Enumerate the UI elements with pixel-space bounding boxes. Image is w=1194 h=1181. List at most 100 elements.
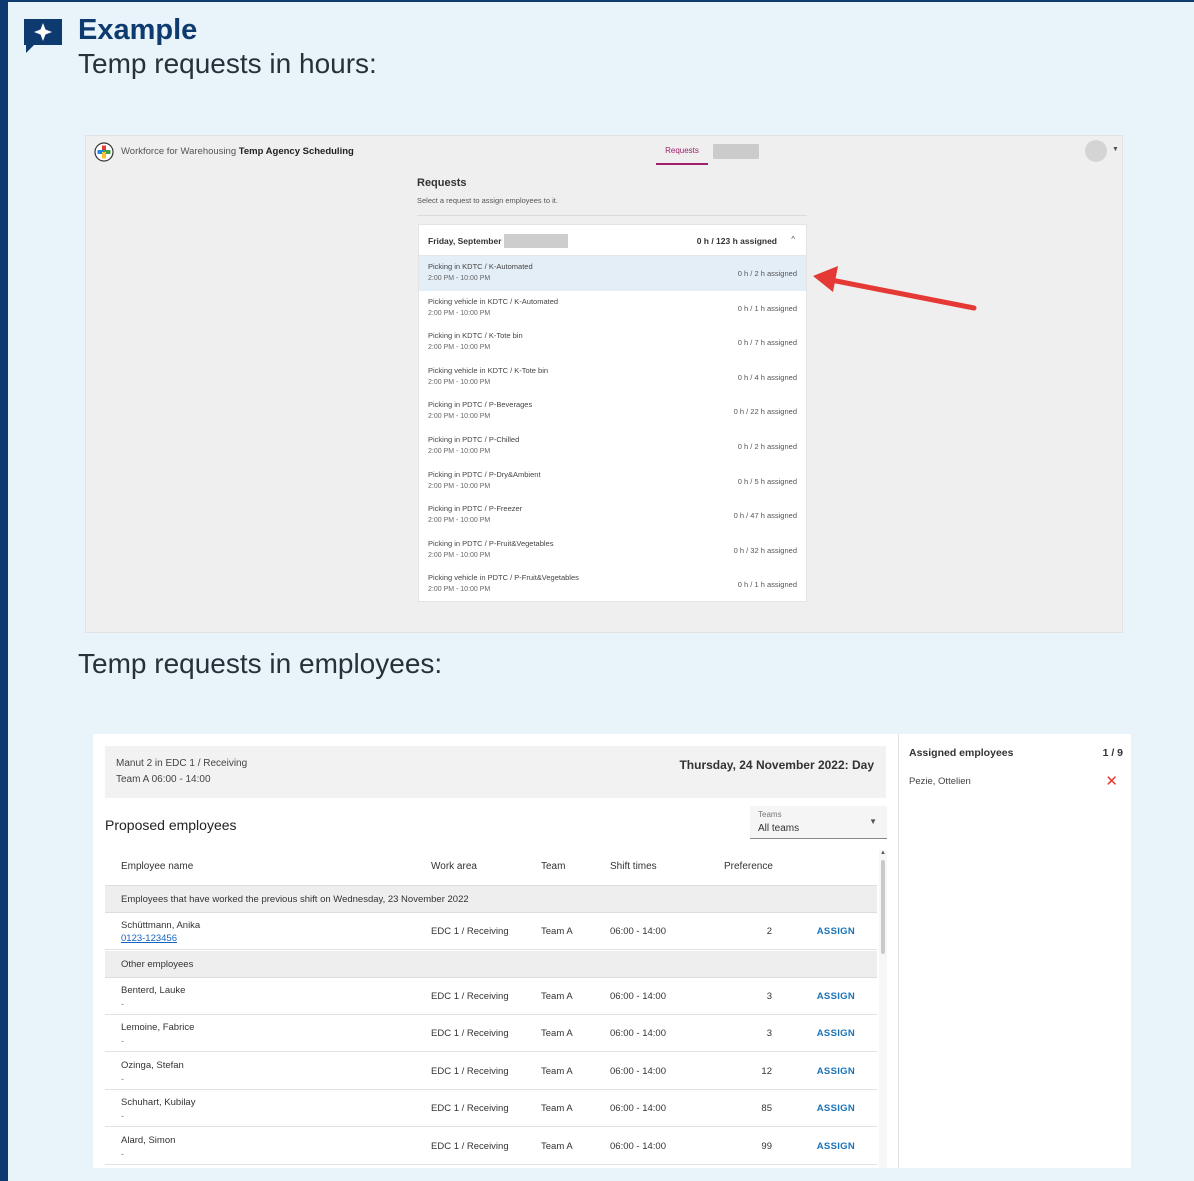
day-header[interactable]: Friday, September 0 h / 123 h assigned ^ <box>419 225 806 256</box>
employee-phone: - <box>121 1073 124 1084</box>
employee-name: Ozinga, Stefan <box>121 1059 184 1071</box>
request-name: Picking in PDTC / P-Freezer <box>428 504 523 514</box>
assign-button[interactable]: ASSIGN <box>817 991 855 1002</box>
request-row[interactable]: Picking vehicle in KDTC / K-Tote bin 2:00… <box>419 360 806 395</box>
scroll-up-icon[interactable]: ▲ <box>880 850 886 856</box>
request-time: 2:00 PM - 10:00 PM <box>428 378 491 386</box>
date-redacted <box>504 234 568 248</box>
request-team-shift: Team A 06:00 - 14:00 <box>116 774 211 785</box>
employee-team: Team A <box>541 1103 573 1115</box>
request-assigned: 0 h / 22 h assigned <box>733 407 797 417</box>
employee-shift: 06:00 - 14:00 <box>610 1103 666 1115</box>
table-row: Schüttmann, Anika 0123-123456 EDC 1 / Rece… <box>105 913 877 950</box>
request-assigned: 0 h / 1 h assigned <box>737 580 797 590</box>
request-row[interactable]: Picking in KDTC / K-Automated 2:00 PM - 1… <box>419 256 806 291</box>
assign-button[interactable]: ASSIGN <box>817 1066 855 1077</box>
request-time: 2:00 PM - 10:00 PM <box>428 482 491 490</box>
request-name: Picking vehicle in KDTC / K-Tote bin <box>428 365 549 375</box>
employee-work-area: EDC 1 / Receiving <box>431 926 509 937</box>
employee-shift: 06:00 - 14:00 <box>610 1028 666 1040</box>
app-name-bold: Temp Agency Scheduling <box>238 146 354 157</box>
request-assigned: 0 h / 7 h assigned <box>737 338 797 348</box>
requests-hours-screenshot: Workforce for Warehousing Temp Agency Sc… <box>85 135 1123 633</box>
tab-redacted[interactable] <box>713 144 759 159</box>
request-row[interactable]: Picking in PDTC / P-Dry&Ambient 2:00 PM -… <box>419 464 806 499</box>
employee-phone: - <box>121 1036 124 1047</box>
assigned-employees-title: Assigned employees <box>909 747 1014 759</box>
request-name: Picking in KDTC / K-Automated <box>428 262 533 271</box>
table-row: Schuhart, Kubilay - EDC 1 / Receiving Team … <box>105 1090 877 1128</box>
request-time: 2:00 PM - 10:00 PM <box>428 413 491 421</box>
example-callout: Example Temp requests in hours: Temp req… <box>0 0 1194 1181</box>
group-title: Other employees <box>121 958 194 970</box>
request-name: Picking in KDTC / K-Tote bin <box>428 331 523 341</box>
employee-name: Benterd, Lauke <box>121 984 186 996</box>
assigned-panel: Assigned employees 1 / 9 Pezie, Ottelien… <box>898 734 1131 1168</box>
col-team: Team <box>541 861 566 872</box>
app-name-prefix: Workforce for Warehousing <box>121 146 237 157</box>
employee-phone-link[interactable]: 0123-123456 <box>121 933 177 944</box>
employee-name: Schüttmann, Anika <box>121 920 201 931</box>
dropdown-arrow-icon[interactable]: ▼ <box>869 817 877 826</box>
callout-text-hours: Temp requests in hours: <box>78 48 377 79</box>
request-name: Picking in PDTC / P-Beverages <box>428 400 533 410</box>
request-assigned: 0 h / 32 h assigned <box>733 545 797 555</box>
employee-shift: 06:00 - 14:00 <box>610 1065 666 1077</box>
chevron-up-icon[interactable]: ^ <box>791 235 795 244</box>
callout-text-employees: Temp requests in employees: <box>78 648 443 679</box>
col-employee-name: Employee name <box>121 861 194 872</box>
employee-work-area: EDC 1 / Receiving <box>431 1141 509 1152</box>
assign-button[interactable]: ASSIGN <box>817 1028 855 1039</box>
tab-requests[interactable]: Requests <box>656 146 708 165</box>
col-work-area: Work area <box>431 861 477 872</box>
proposed-panel: Manut 2 in EDC 1 / Receiving Team A 06:0… <box>93 734 898 1168</box>
proposed-employees-title: Proposed employees <box>105 817 237 833</box>
request-time: 2:00 PM - 10:00 PM <box>428 517 491 525</box>
request-row[interactable]: Picking in PDTC / P-Chilled 2:00 PM - 10:… <box>419 429 806 464</box>
request-time: 2:00 PM - 10:00 PM <box>428 344 491 352</box>
request-row[interactable]: Picking in PDTC / P-Fruit&Vegetables 2:00… <box>419 533 806 568</box>
employee-shift: 06:00 - 14:00 <box>610 926 666 937</box>
request-name: Picking in PDTC / P-Chilled <box>428 435 520 444</box>
teams-filter-select[interactable]: Teams All teams ▼ <box>750 806 887 839</box>
col-preference: Preference <box>724 861 773 872</box>
employee-preference: 3 <box>766 990 772 1002</box>
employee-phone: - <box>121 998 124 1009</box>
sparkle-speech-bubble-icon <box>24 19 62 53</box>
chevron-down-icon[interactable]: ▼ <box>1112 146 1119 153</box>
employee-preference: 12 <box>761 1065 772 1077</box>
assigned-count: 1 / 9 <box>1102 747 1123 759</box>
request-row[interactable]: Picking vehicle in PDTC / P-Fruit&Vegeta… <box>419 567 806 602</box>
teams-filter-label: Teams <box>758 810 782 819</box>
page-subtitle: Select a request to assign employees to … <box>417 196 558 205</box>
scroll-thumb[interactable] <box>881 860 885 954</box>
assigned-employee-name: Pezie, Ottelien <box>909 776 971 787</box>
request-row[interactable]: Picking in PDTC / P-Freezer 2:00 PM - 10:… <box>419 498 806 533</box>
app-top-bar: Workforce for Warehousing Temp Agency Sc… <box>86 136 1122 168</box>
request-row[interactable]: Picking in KDTC / K-Tote bin 2:00 PM - 10… <box>419 325 806 360</box>
assign-button[interactable]: ASSIGN <box>817 926 855 937</box>
request-card: Friday, September 0 h / 123 h assigned ^… <box>418 224 807 602</box>
employee-name: Schuhart, Kubilay <box>121 1097 196 1109</box>
teams-filter-value: All teams <box>758 823 800 834</box>
avatar[interactable] <box>1085 140 1107 162</box>
request-assigned: 0 h / 1 h assigned <box>737 303 797 313</box>
employee-preference: 3 <box>766 1028 772 1040</box>
employee-work-area: EDC 1 / Receiving <box>431 1103 509 1115</box>
assign-button[interactable]: ASSIGN <box>817 1141 855 1152</box>
employee-name: Lemoine, Fabrice <box>121 1022 195 1034</box>
requests-employees-screenshot: Manut 2 in EDC 1 / Receiving Team A 06:0… <box>93 734 1131 1168</box>
employee-team: Team A <box>541 990 573 1002</box>
request-name: Picking in PDTC / P-Dry&Ambient <box>428 469 541 479</box>
employee-work-area: EDC 1 / Receiving <box>431 1065 509 1077</box>
group-title: Employees that have worked the previous … <box>121 894 469 905</box>
employee-team: Team A <box>541 926 573 937</box>
request-time: 2:00 PM - 10:00 PM <box>428 586 491 594</box>
table-scrollbar[interactable]: ▲ <box>879 850 887 1168</box>
remove-close-icon[interactable]: ✕ <box>1105 772 1118 790</box>
request-name: Picking vehicle in PDTC / P-Fruit&Vegeta… <box>428 573 579 583</box>
request-row[interactable]: Picking vehicle in KDTC / K-Automated 2:0… <box>419 291 806 326</box>
request-row[interactable]: Picking in PDTC / P-Beverages 2:00 PM - 1… <box>419 394 806 429</box>
assign-button[interactable]: ASSIGN <box>817 1103 855 1114</box>
table-row: Lemoine, Fabrice - EDC 1 / Receiving Team A… <box>105 1015 877 1053</box>
